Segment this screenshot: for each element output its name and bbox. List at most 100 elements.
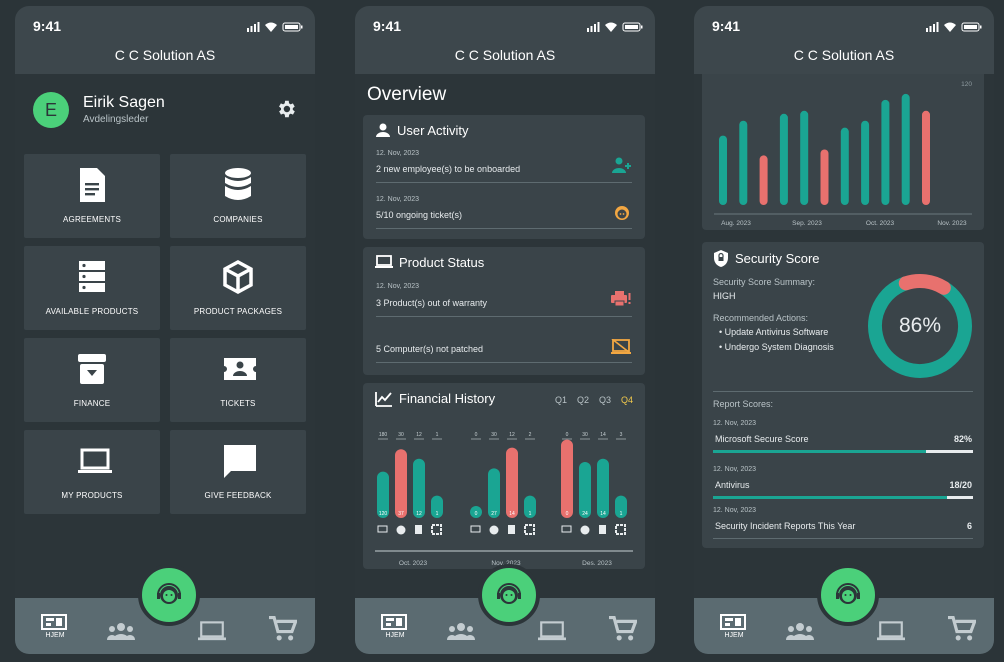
phone-screen-security: 120 Aug. 2023 Sep. 2023 Oct. 2023 Nov. 2023 …	[694, 6, 994, 654]
bar-value-label: 14	[600, 511, 606, 517]
quarter-tab-q2[interactable]: Q2	[577, 395, 589, 405]
report-progress-fill	[713, 496, 947, 499]
quarter-tab-q4[interactable]: Q4	[621, 395, 633, 405]
document-icon	[508, 525, 515, 534]
nav-home[interactable]: HJEM	[720, 614, 748, 640]
quarter-tab-q1[interactable]: Q1	[555, 395, 567, 405]
qr-icon	[431, 524, 442, 535]
phone-screen-home: 9:41 C C Solution AS E Eirik Sagen Avdel…	[15, 6, 315, 654]
support-button[interactable]	[817, 564, 879, 626]
laptop-nav-icon[interactable]	[538, 618, 566, 644]
bar-top-label: 30	[398, 432, 404, 438]
add-user-icon[interactable]	[611, 157, 631, 173]
support-agent-icon	[497, 583, 521, 604]
x-tick-label: Oct. 2023	[866, 220, 895, 227]
cart-icon[interactable]	[948, 616, 976, 642]
status-time: 9:41	[373, 18, 402, 34]
action-item-text: Update Antivirus Software	[724, 327, 829, 337]
divider	[376, 316, 632, 317]
bar-top-label: 2	[529, 432, 532, 438]
x-tick-label: Aug. 2023	[721, 220, 751, 227]
nav-home[interactable]: HJEM	[41, 614, 69, 640]
tile-label: MY PRODUCTS	[61, 491, 123, 500]
gear-icon[interactable]	[275, 98, 297, 120]
item-text: 2 new employee(s) to be onboarded	[376, 164, 521, 174]
support-face-icon[interactable]	[613, 204, 631, 222]
tile-my-products[interactable]: MY PRODUCTS	[24, 430, 160, 514]
divider	[376, 182, 632, 183]
support-button[interactable]	[138, 564, 200, 626]
bar-top-label: 0	[566, 432, 569, 438]
status-icons	[926, 22, 982, 32]
action-item-text: Undergo System Diagnosis	[724, 342, 834, 352]
card-title: Product Status	[399, 255, 485, 270]
laptop-nav-icon[interactable]	[877, 618, 905, 644]
laptop-icon	[375, 255, 393, 268]
document-icon	[599, 525, 606, 534]
chart-line-icon	[375, 392, 392, 407]
cart-icon[interactable]	[269, 616, 297, 642]
score-value: 86%	[898, 314, 942, 337]
monitor-off-icon[interactable]	[611, 339, 631, 355]
tile-label: TICKETS	[220, 399, 256, 408]
tile-tickets[interactable]: TICKETS	[170, 338, 306, 422]
report-progress-bar	[713, 450, 973, 453]
tile-finance[interactable]: FINANCE	[24, 338, 160, 422]
app-title: C C Solution AS	[15, 46, 315, 74]
support-button[interactable]	[478, 564, 540, 626]
tile-agreements[interactable]: AGREEMENTS	[24, 154, 160, 238]
bar-top-label: 180	[379, 432, 388, 438]
user-profile: E Eirik Sagen Avdelingsleder	[33, 92, 303, 132]
users-icon[interactable]	[786, 618, 814, 644]
printer-alert-icon[interactable]	[611, 291, 631, 307]
bar	[579, 462, 591, 518]
bar	[922, 110, 930, 205]
users-icon[interactable]	[107, 618, 135, 644]
support-agent-icon	[157, 583, 181, 604]
x-tick-label: Nov. 2023	[937, 220, 967, 227]
laptop-nav-icon[interactable]	[198, 618, 226, 644]
users-icon[interactable]	[447, 618, 475, 644]
shield-lock-icon	[714, 250, 728, 267]
divider	[376, 362, 632, 363]
laptop-icon	[377, 525, 388, 533]
nav-home[interactable]: HJEM	[381, 614, 409, 640]
avatar[interactable]: E	[33, 92, 69, 128]
y-tick-label: 120	[961, 81, 972, 88]
bar-top-label: 1	[436, 432, 439, 438]
tile-label: AGREEMENTS	[62, 215, 121, 224]
tile-available-products[interactable]: AVAILABLE PRODUCTS	[24, 246, 160, 330]
cart-icon[interactable]	[609, 616, 637, 642]
tile-product-packages[interactable]: PRODUCT PACKAGES	[170, 246, 306, 330]
laptop-icon	[470, 525, 481, 533]
bar-value-label: 120	[379, 511, 388, 517]
quarter-tab-q3[interactable]: Q3	[599, 395, 611, 405]
bar	[861, 120, 870, 205]
divider	[376, 228, 632, 229]
bar-value-label: 14	[509, 511, 515, 517]
bar-value-label: 1	[620, 511, 623, 517]
nav-home-label: HJEM	[385, 632, 405, 639]
bar	[739, 120, 748, 205]
tile-label: PRODUCT PACKAGES	[193, 307, 283, 316]
dashboard-icon	[381, 614, 407, 630]
bar-top-label: 12	[416, 432, 422, 438]
status-bar: 9:41	[15, 6, 315, 46]
report-date: 12. Nov, 2023	[713, 466, 757, 473]
status-icons	[587, 22, 643, 32]
bar-value-label: 1	[529, 511, 532, 517]
bar	[561, 439, 573, 518]
report-progress-bar	[713, 496, 973, 499]
report-date: 12. Nov, 2023	[713, 507, 757, 514]
card-title: User Activity	[397, 123, 469, 138]
support-face-icon	[489, 525, 499, 535]
item-date: 12. Nov, 2023	[376, 150, 420, 157]
document-icon	[80, 168, 105, 202]
app-title: C C Solution AS	[355, 46, 655, 74]
bar-top-label: 30	[582, 432, 588, 438]
bar	[719, 135, 727, 205]
product-status-card: Product Status 12. Nov, 2023 3 Product(s…	[363, 247, 645, 375]
tile-give-feedback[interactable]: GIVE FEEDBACK	[170, 430, 306, 514]
item-date: 12. Nov, 2023	[376, 283, 420, 290]
tile-companies[interactable]: COMPANIES	[170, 154, 306, 238]
